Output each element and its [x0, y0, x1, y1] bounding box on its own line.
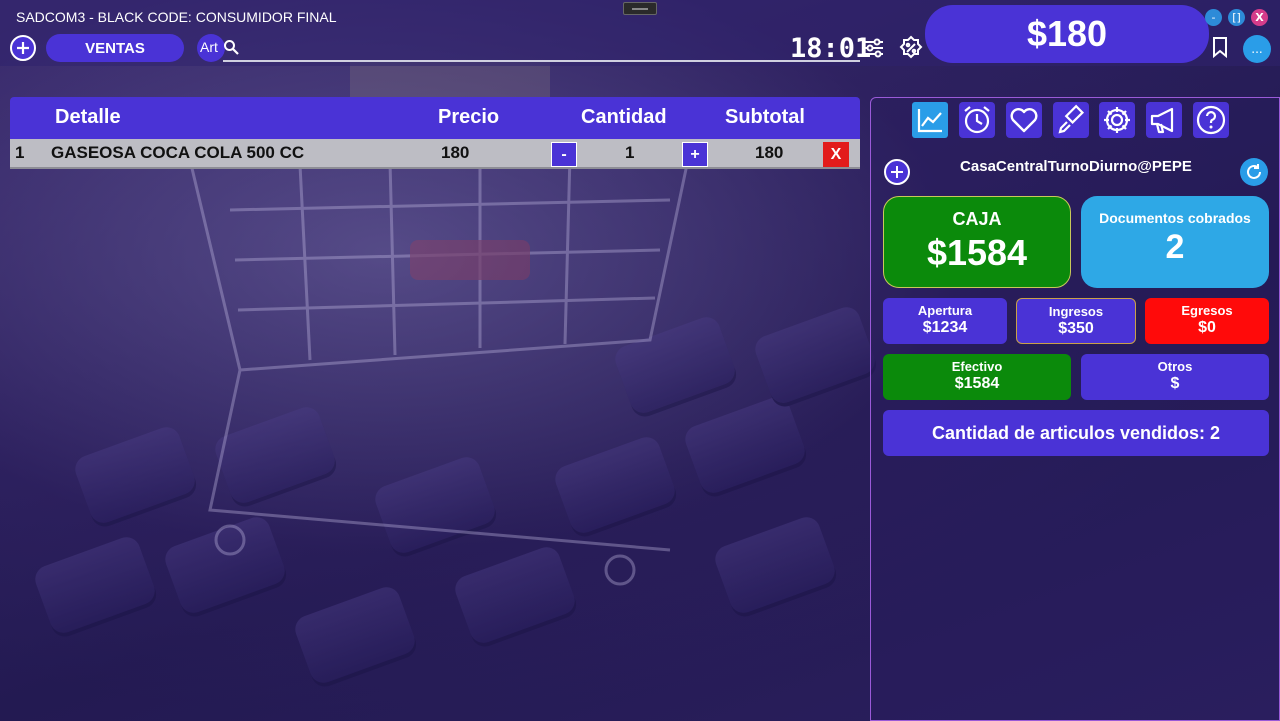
otros-label: Otros	[1157, 359, 1193, 374]
ingresos-label: Ingresos	[1048, 304, 1104, 319]
add-session-button[interactable]	[884, 159, 910, 185]
settings-icon[interactable]	[1099, 102, 1135, 138]
add-sale-button[interactable]	[10, 35, 36, 61]
otros-value: $	[1170, 375, 1180, 392]
plus-icon	[17, 42, 29, 54]
sales-table: Detalle Precio Cantidad Subtotal 1 GASEO…	[10, 97, 860, 169]
tab-ventas[interactable]: VENTAS	[46, 34, 184, 62]
maximize-button[interactable]: []	[1228, 9, 1245, 26]
decrease-quantity-button[interactable]: -	[551, 142, 577, 167]
search-icon	[224, 40, 239, 55]
plus-icon	[891, 166, 903, 178]
clock-display: 18:01	[790, 33, 872, 64]
documents-value: 2	[1165, 228, 1185, 266]
drag-handle[interactable]	[623, 2, 657, 15]
minimize-button[interactable]: -	[1205, 9, 1222, 26]
sale-total: $180	[925, 5, 1209, 63]
table-row[interactable]: 1 GASEOSA COCA COLA 500 CC 180 - 1 + 180…	[10, 139, 860, 169]
alarm-clock-icon[interactable]	[959, 102, 995, 138]
refresh-icon	[1247, 164, 1261, 179]
caja-card: CAJA $1584	[883, 196, 1071, 288]
efectivo-card: Efectivo $1584	[883, 354, 1071, 400]
caja-label: CAJA	[952, 209, 1002, 229]
documents-card: Documentos cobrados 2	[1081, 196, 1269, 288]
egresos-value: $0	[1198, 319, 1216, 336]
article-search: Art	[197, 34, 860, 62]
delete-row-button[interactable]: X	[823, 142, 849, 167]
ingresos-card: Ingresos $350	[1016, 298, 1136, 344]
column-header-detalle: Detalle	[55, 106, 121, 128]
search-label: Art	[200, 39, 218, 55]
apertura-card: Apertura $1234	[883, 298, 1007, 344]
help-icon[interactable]	[1193, 102, 1229, 138]
efectivo-label: Efectivo	[951, 359, 1003, 374]
heart-icon[interactable]	[1006, 102, 1042, 138]
efectivo-value: $1584	[954, 375, 1000, 392]
row-subtotal: 180	[755, 143, 784, 162]
more-options-button[interactable]: ...	[1243, 35, 1271, 63]
session-name: CasaCentralTurnoDiurno@PEPE	[960, 158, 1192, 175]
otros-card: Otros $	[1081, 354, 1269, 400]
items-sold-count: Cantidad de articulos vendidos: 2	[883, 410, 1269, 456]
caja-value: $1584	[926, 232, 1028, 273]
increase-quantity-button[interactable]: +	[682, 142, 708, 167]
sliders-icon[interactable]	[861, 35, 887, 61]
apertura-label: Apertura	[917, 303, 973, 318]
megaphone-icon[interactable]	[1146, 102, 1182, 138]
column-header-precio: Precio	[438, 106, 500, 128]
column-header-subtotal: Subtotal	[725, 106, 805, 128]
apertura-value: $1234	[922, 319, 968, 336]
row-detail: GASEOSA COCA COLA 500 CC	[51, 143, 305, 162]
refresh-button[interactable]	[1240, 158, 1268, 186]
close-button[interactable]: X	[1251, 9, 1268, 26]
window-title: SADCOM3 - BLACK CODE: CONSUMIDOR FINAL	[16, 9, 337, 25]
ingresos-value: $350	[1058, 320, 1094, 337]
search-input[interactable]	[223, 34, 860, 62]
discount-icon[interactable]	[898, 35, 924, 61]
chart-icon[interactable]	[912, 102, 948, 138]
row-price: 180	[441, 143, 470, 162]
table-header: Detalle Precio Cantidad Subtotal	[10, 97, 860, 139]
egresos-label: Egresos	[1181, 303, 1233, 318]
row-index: 1	[15, 143, 25, 162]
documents-label: Documentos cobrados	[1099, 210, 1251, 226]
column-header-cantidad: Cantidad	[581, 106, 667, 128]
brush-icon[interactable]	[1053, 102, 1089, 138]
egresos-card: Egresos $0	[1145, 298, 1269, 344]
row-quantity: 1	[625, 143, 635, 162]
cash-register-panel: CasaCentralTurnoDiurno@PEPE CAJA $1584 D…	[870, 97, 1280, 721]
bookmark-icon[interactable]	[1210, 36, 1230, 58]
